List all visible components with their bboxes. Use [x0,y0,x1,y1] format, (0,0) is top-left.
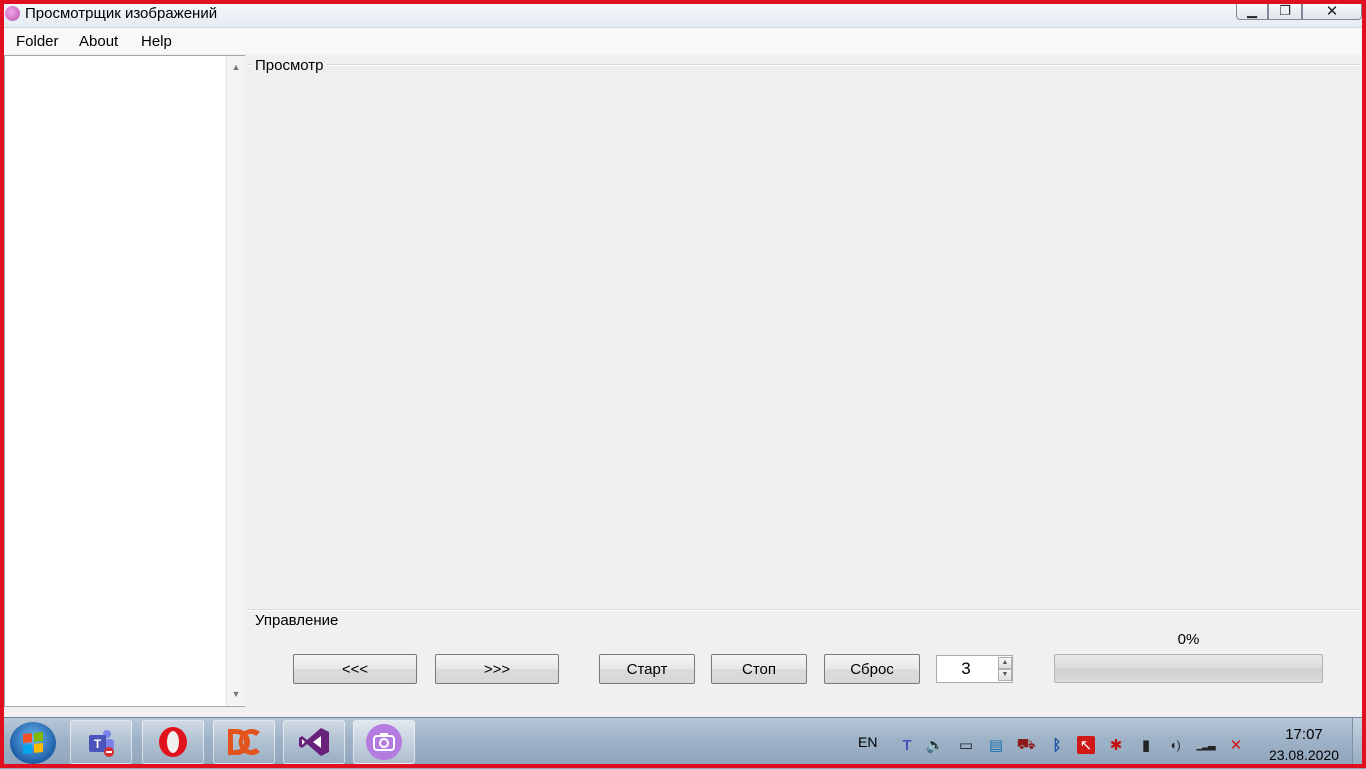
folder-tree[interactable]: ▲ ▼ [4,55,245,707]
image-preview-area [248,66,1360,606]
minimize-button[interactable]: ▁ [1236,1,1268,20]
tray-power-icon[interactable]: ▮ [1137,736,1155,754]
tray-pointer-icon[interactable]: ↖ [1077,736,1095,754]
menu-bar: Folder About Help [4,28,1362,54]
visual-studio-icon [299,728,329,756]
interval-stepper[interactable]: 3 ▲ ▼ [936,655,1013,683]
scroll-down-icon[interactable]: ▼ [229,688,243,700]
taskbar [0,717,1366,769]
taskbar-app-teams[interactable]: T [70,720,132,764]
clock-time[interactable]: 17:07 [1264,726,1344,743]
taskbar-app-visual-studio[interactable] [283,720,345,764]
tray-monitor-icon[interactable]: ▭ [957,736,975,754]
tray-network-icon[interactable]: ▤ [987,736,1005,754]
close-button[interactable]: ✕ [1302,1,1362,20]
tray-network-error-icon[interactable]: ✕ [1227,736,1245,754]
tray-teams-icon[interactable]: T [898,736,916,754]
tray-bluetooth-icon[interactable]: ᛒ [1048,736,1066,754]
preview-group-border [248,64,1360,66]
control-group-label: Управление [252,612,342,629]
devart-icon [228,729,260,755]
menu-about[interactable]: About [79,33,118,50]
tray-umbrella-icon[interactable]: ✱ [1107,736,1125,754]
teams-icon: T [89,730,114,757]
start-button[interactable]: Старт [599,654,695,684]
spin-up-icon[interactable]: ▲ [998,657,1012,669]
control-group-border [248,609,1360,611]
interval-value[interactable]: 3 [937,659,995,679]
opera-icon [159,727,187,757]
start-button[interactable] [10,722,56,764]
preview-group-label: Просмотр [252,57,327,74]
language-indicator[interactable]: EN [858,734,877,750]
window-title: Просмотрщик изображений [25,5,218,22]
scroll-up-icon[interactable]: ▲ [229,61,243,73]
next-button[interactable]: >>> [435,654,559,684]
progress-percent: 0% [1177,631,1200,648]
app-icon [5,6,20,21]
taskbar-app-opera[interactable] [142,720,204,764]
taskbar-app-camera[interactable] [353,720,415,764]
menu-help[interactable]: Help [141,33,172,50]
windows-logo-icon [23,731,43,755]
svg-text:T: T [94,737,102,751]
tray-volume-muted-icon[interactable]: 🔈 [926,736,945,754]
stop-button[interactable]: Стоп [711,654,807,684]
spin-down-icon[interactable]: ▼ [998,669,1012,681]
tree-scrollbar[interactable]: ▲ ▼ [226,56,245,706]
reset-button[interactable]: Сброс [824,654,920,684]
menu-folder[interactable]: Folder [16,33,59,50]
show-desktop-button[interactable] [1352,718,1363,764]
camera-icon [366,724,402,760]
progress-bar [1054,654,1323,683]
maximize-button[interactable]: ❐ [1268,1,1302,20]
tray-device-icon[interactable]: ⛟ [1017,736,1036,754]
tray-signal-icon[interactable]: ▁▂▃ [1196,736,1215,754]
taskbar-app-devart[interactable] [213,720,275,764]
tray-speaker-icon[interactable]: ◖) [1166,736,1184,754]
title-bar[interactable]: Просмотрщик изображений ▁ ❐ ✕ [0,0,1366,28]
clock-date[interactable]: 23.08.2020 [1264,747,1344,763]
previous-button[interactable]: <<< [293,654,417,684]
